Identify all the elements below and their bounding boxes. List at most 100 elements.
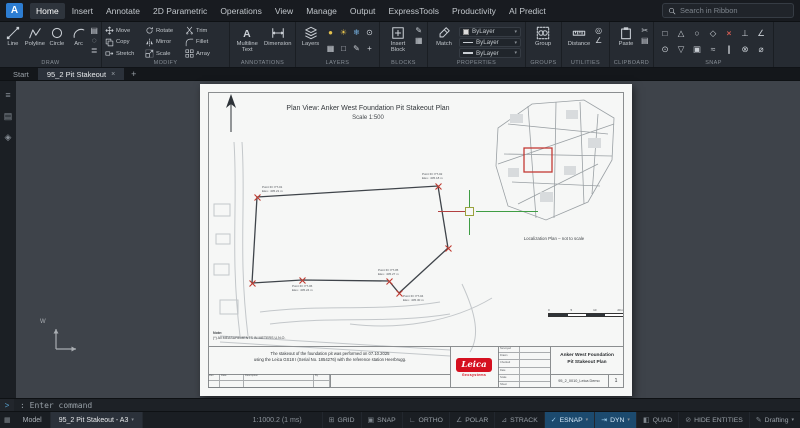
command-line[interactable]: > : Enter command	[0, 398, 800, 411]
toggle-polar[interactable]: ∠POLAR	[449, 412, 494, 428]
drawing-workspace[interactable]: ≡ ▤ ◈ W	[0, 81, 800, 398]
model-tab[interactable]: Model	[15, 412, 51, 428]
close-tab-icon[interactable]: ×	[111, 71, 115, 78]
toggle-strack[interactable]: ⊿STRACK	[494, 412, 543, 428]
block-attributes-icon[interactable]: ▦	[415, 37, 423, 45]
toggle-snap[interactable]: ▣SNAP	[361, 412, 402, 428]
snap-intersection-icon[interactable]: ×	[727, 29, 732, 38]
toggle-hide-entities[interactable]: ⊘HIDE ENTITIES	[678, 412, 749, 428]
chevron-down-icon: ▾	[131, 417, 134, 423]
layer-visibility-icon[interactable]: ●	[328, 29, 333, 37]
layer-properties-icon[interactable]: ▦	[327, 45, 335, 53]
toggle-dyn[interactable]: ⇥DYN▾	[594, 412, 636, 428]
sheets-panel-icon[interactable]: ▤	[4, 112, 13, 121]
layer-thaw-icon[interactable]: ☀	[340, 29, 347, 37]
move-button[interactable]: Move	[105, 25, 145, 37]
menu-panel-icon[interactable]: ≡	[5, 91, 10, 100]
layer-new-icon[interactable]: +	[367, 45, 372, 53]
copy-clip-icon[interactable]: ▤	[641, 37, 649, 45]
snap-node-icon[interactable]: ⊙	[661, 45, 668, 54]
ribbon-search-input[interactable]: Search in Ribbon	[662, 3, 794, 18]
menubar: A Home Insert Annotate 2D Parametric Ope…	[0, 0, 800, 22]
app-logo[interactable]: A	[6, 3, 23, 18]
measure-angle-icon[interactable]: ∠	[595, 37, 602, 45]
menu-home[interactable]: Home	[30, 3, 65, 19]
paper-sheet: Point ID: PT-01Elev.: 405.21 m Point ID:…	[200, 84, 632, 396]
snap-insertion-icon[interactable]: ▣	[693, 45, 701, 54]
dimension-button[interactable]: Dimension	[264, 25, 293, 58]
snap-endpoint-icon[interactable]: □	[662, 29, 667, 38]
group-button[interactable]: Group	[529, 25, 557, 58]
layer-lock-icon[interactable]: ⊙	[366, 29, 373, 37]
snap-none-icon[interactable]: ⌀	[758, 45, 763, 54]
toggle-quad[interactable]: ◧QUAD	[636, 412, 678, 428]
layer-freeze-icon[interactable]: ❄	[353, 29, 360, 37]
new-tab-button[interactable]: +	[124, 68, 143, 80]
array-button[interactable]: Array	[185, 48, 225, 60]
hatch-icon[interactable]: ▤	[90, 27, 98, 35]
line-button[interactable]: Line	[3, 25, 23, 58]
snap-perpendicular-icon[interactable]: ⊥	[741, 29, 748, 38]
tab-current-drawing[interactable]: 95_2 Pit Stakeout ×	[38, 68, 124, 80]
menu-operations[interactable]: Operations	[214, 3, 268, 19]
linetype-dropdown[interactable]: ByLayer▾	[459, 38, 521, 48]
trim-button[interactable]: Trim	[185, 25, 225, 37]
lineweight-dropdown[interactable]: ByLayer▾	[459, 48, 521, 58]
command-input[interactable]: : Enter command	[14, 399, 92, 411]
scale-button[interactable]: Scale	[145, 48, 185, 60]
circle-button[interactable]: Circle	[47, 25, 67, 58]
snap-angle-icon[interactable]: ∠	[757, 29, 765, 38]
menu-manage[interactable]: Manage	[300, 3, 343, 19]
copy-button[interactable]: Copy	[105, 37, 145, 49]
menu-view[interactable]: View	[269, 3, 299, 19]
boundary-icon[interactable]: ◌	[90, 37, 98, 45]
menu-2d-parametric[interactable]: 2D Parametric	[147, 3, 213, 19]
layer-isolate-icon[interactable]: □	[341, 45, 346, 53]
menu-insert[interactable]: Insert	[66, 3, 99, 19]
snap-quadrant-icon[interactable]: ◇	[710, 29, 717, 38]
layers-button[interactable]: Layers	[299, 25, 322, 58]
toggle-esnap[interactable]: ✓ESNAP▾	[544, 412, 594, 428]
match-properties-button[interactable]: Match	[431, 25, 457, 58]
properties-panel-icon[interactable]: ◈	[5, 133, 12, 142]
polar-icon: ∠	[456, 416, 462, 424]
snap-nearest-icon[interactable]: ▽	[678, 45, 685, 54]
tab-start[interactable]: Start	[4, 68, 38, 80]
rotate-button[interactable]: Rotate	[145, 25, 185, 37]
fillet-button[interactable]: Fillet	[185, 37, 225, 49]
menu-annotate[interactable]: Annotate	[100, 3, 146, 19]
id-point-icon[interactable]: ◎	[595, 27, 602, 35]
snap-tangent-icon[interactable]: ⊗	[741, 45, 748, 54]
stretch-button[interactable]: Stretch	[105, 48, 145, 60]
workspace-switcher[interactable]: ✎Drafting▾	[749, 412, 800, 428]
cut-icon[interactable]: ✂	[641, 27, 649, 35]
arc-icon	[72, 26, 86, 40]
paste-button[interactable]: Paste	[613, 25, 639, 58]
snap-center-icon[interactable]: ○	[694, 29, 699, 38]
snap-parallel-icon[interactable]: ∥	[727, 45, 731, 54]
toggle-ortho[interactable]: ∟ORTHO	[402, 412, 449, 428]
snap-extension-icon[interactable]: ≈	[711, 45, 716, 54]
layer-edit-icon[interactable]: ✎	[353, 45, 360, 53]
insert-block-button[interactable]: Insert Block	[383, 25, 413, 58]
region-icon[interactable]: ≣	[90, 47, 98, 55]
distance-button[interactable]: Distance	[565, 25, 593, 58]
mirror-button[interactable]: Mirror	[145, 37, 185, 49]
menu-expresstools[interactable]: ExpressTools	[382, 3, 445, 19]
polyline-button[interactable]: Polyline	[25, 25, 45, 58]
block-edit-icon[interactable]: ✎	[415, 27, 423, 35]
toggle-grid[interactable]: ⊞GRID	[322, 412, 361, 428]
menu-output[interactable]: Output	[344, 3, 382, 19]
group-label-groups: GROUPS	[526, 60, 561, 66]
menu-ai-predict[interactable]: AI Predict	[503, 3, 552, 19]
ribbon-group-utilities: Distance ◎ ∠ UTILITIES	[562, 22, 610, 67]
color-dropdown[interactable]: ByLayer▾	[459, 27, 521, 37]
multiline-text-button[interactable]: AMultiline Text	[233, 25, 262, 58]
line-icon	[6, 26, 20, 40]
menu-productivity[interactable]: Productivity	[446, 3, 502, 19]
ucs-axis-label: W	[40, 319, 46, 325]
snap-midpoint-icon[interactable]: △	[678, 29, 685, 38]
arc-button[interactable]: Arc	[69, 25, 89, 58]
layout-tab[interactable]: 95_2 Pit Stakeout - A3▾	[51, 412, 143, 428]
tool-label: Insert Block	[383, 41, 413, 54]
